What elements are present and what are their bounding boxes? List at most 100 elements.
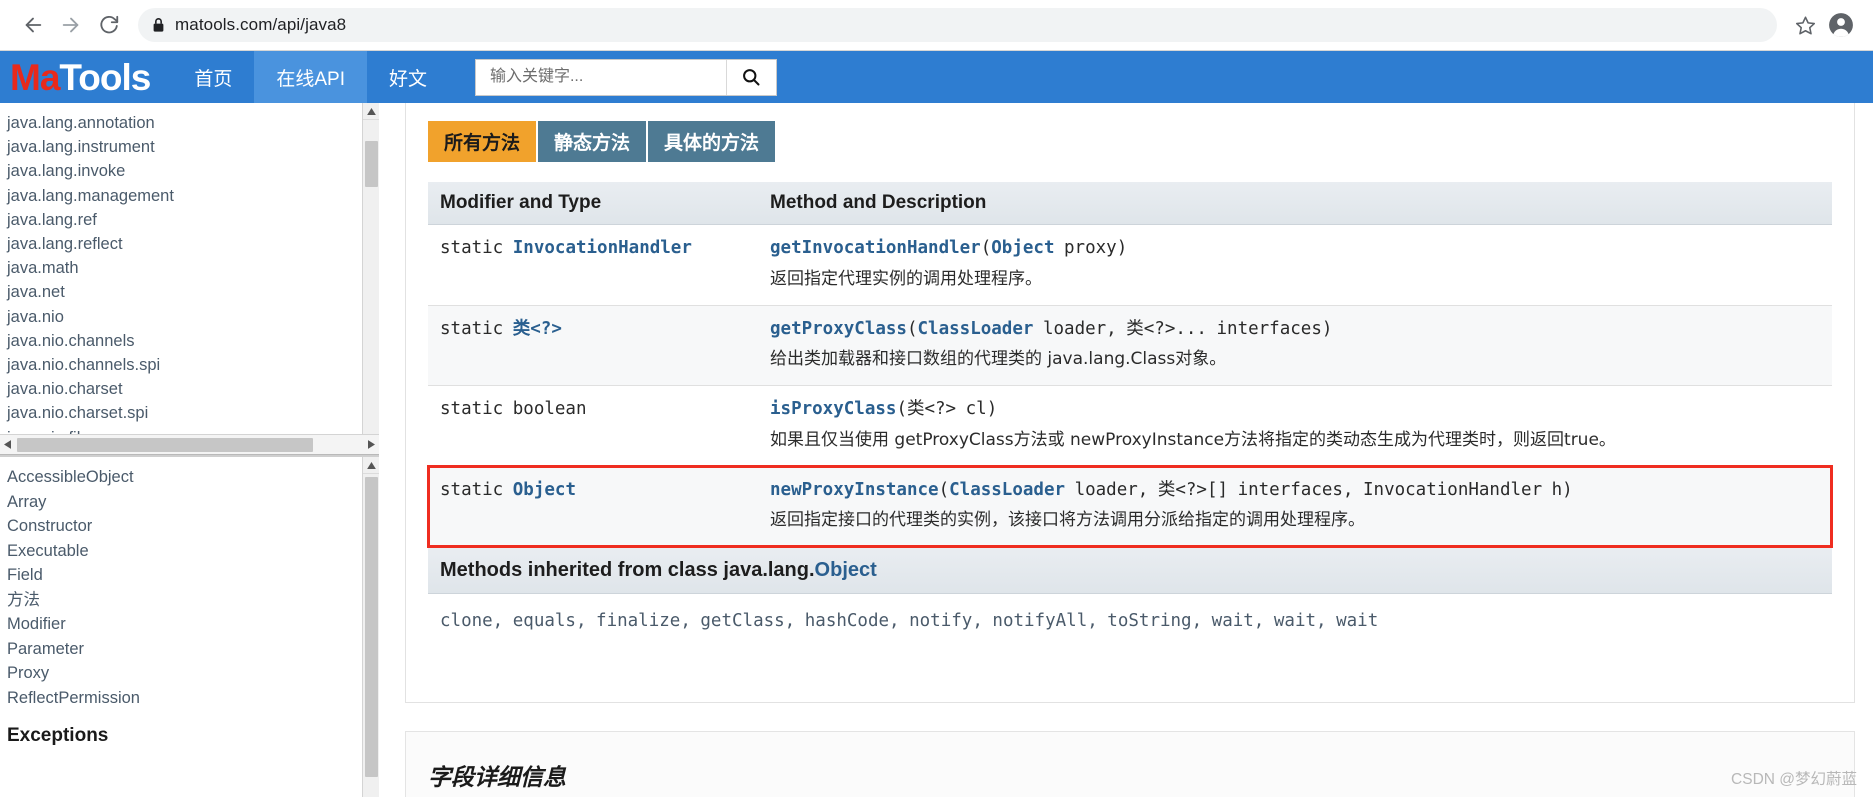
class-list-heading: Exceptions	[7, 725, 109, 746]
method-summary-table: Modifier and Type Method and Description…	[427, 182, 1833, 548]
package-list: java.lang.annotation java.lang.instrument…	[0, 103, 379, 450]
search-input[interactable]	[475, 59, 726, 95]
search-box	[474, 58, 777, 96]
scrollbar-thumb[interactable]	[365, 141, 378, 187]
parameter-type-link[interactable]: Object	[991, 238, 1054, 258]
nav-item-articles[interactable]: 好文	[367, 51, 449, 103]
reload-button[interactable]	[90, 6, 128, 44]
app-body: java.lang.annotation java.lang.instrument…	[0, 103, 1873, 797]
address-bar[interactable]: matools.com/api/java8	[138, 8, 1777, 42]
package-list-horizontal-scrollbar[interactable]	[0, 434, 379, 454]
inherited-heading-package: java.lang.	[723, 559, 815, 582]
return-type-link[interactable]: Object	[513, 480, 576, 500]
logo-text-tools: Tools	[59, 56, 151, 98]
method-signature: getInvocationHandler(Object proxy)	[770, 237, 1820, 261]
class-item[interactable]: Constructor	[4, 514, 379, 539]
modifier-keyword: static	[440, 479, 513, 500]
signature-tail: loader, 类<?>... interfaces)	[1033, 318, 1333, 339]
package-item[interactable]: java.lang.management	[4, 184, 379, 208]
modifier-keyword: static	[440, 238, 513, 258]
class-list-vertical-scrollbar[interactable]	[362, 457, 379, 797]
column-header-modifier: Modifier and Type	[428, 182, 758, 225]
signature-open-paren: (	[980, 238, 992, 258]
class-item[interactable]: AccessibleObject	[4, 465, 379, 490]
method-filter-tabs: 所有方法 静态方法 具体的方法	[428, 121, 848, 164]
class-item[interactable]: Executable	[4, 539, 379, 564]
inherited-methods-heading: Methods inherited from class java.lang.O…	[428, 547, 1832, 595]
signature-tail: proxy)	[1054, 238, 1128, 258]
nav-item-online-api[interactable]: 在线API	[254, 51, 367, 103]
method-name-link[interactable]: newProxyInstance	[770, 480, 939, 500]
return-type-link[interactable]: InvocationHandler	[513, 238, 692, 258]
package-item[interactable]: java.lang.annotation	[4, 111, 379, 135]
cell-method-and-description: isProxyClass(类<?> cl) 如果且仅当使用 getProxyCla…	[758, 385, 1832, 467]
modifier-keyword: static boolean	[440, 399, 587, 420]
search-area	[474, 51, 777, 103]
cell-method-and-description: newProxyInstance(ClassLoader loader, 类<?…	[758, 466, 1832, 548]
site-header: Ma Tools 首页 在线API 好文	[0, 51, 1873, 103]
scrollbar-thumb[interactable]	[365, 477, 378, 777]
inherited-heading-class-link[interactable]: Object	[815, 559, 877, 581]
logo-text-ma: Ma	[10, 56, 60, 98]
tab-all-methods[interactable]: 所有方法	[428, 121, 537, 162]
table-row: static boolean isProxyClass(类<?> cl) 如果且仅当…	[428, 385, 1832, 467]
back-button[interactable]	[14, 6, 52, 44]
package-item[interactable]: java.nio.channels	[4, 329, 379, 353]
package-item[interactable]: java.lang.ref	[4, 208, 379, 232]
scroll-up-icon[interactable]	[363, 103, 379, 120]
class-item[interactable]: Modifier	[4, 612, 379, 637]
signature-open-paren: (	[906, 318, 918, 339]
column-header-method: Method and Description	[758, 182, 1832, 225]
method-table-body: static InvocationHandler getInvocationHan…	[427, 224, 1833, 548]
class-item[interactable]: Proxy	[4, 661, 379, 686]
package-item[interactable]: java.nio.charset.spi	[4, 401, 379, 425]
scroll-right-icon[interactable]	[364, 435, 379, 454]
package-item[interactable]: java.nio.channels.spi	[4, 353, 379, 377]
class-item[interactable]: 方法	[4, 588, 379, 613]
inherited-methods-list[interactable]: clone, equals, finalize, getClass, hashC…	[428, 594, 1832, 658]
package-list-vertical-scrollbar[interactable]	[362, 103, 379, 454]
tab-static-methods[interactable]: 静态方法	[538, 121, 647, 162]
bookmark-star-icon[interactable]	[1787, 7, 1823, 43]
package-item[interactable]: java.lang.instrument	[4, 135, 379, 159]
method-name-link[interactable]: getInvocationHandler	[770, 238, 981, 258]
profile-avatar-icon[interactable]	[1823, 7, 1859, 43]
search-button[interactable]	[725, 59, 776, 95]
method-signature: newProxyInstance(ClassLoader loader, 类<?…	[770, 479, 1820, 503]
class-item[interactable]: Field	[4, 563, 379, 588]
method-name-link[interactable]: getProxyClass	[770, 319, 907, 339]
table-row: static 类<?> getProxyClass(ClassLoader loa…	[428, 305, 1832, 387]
lock-icon	[152, 17, 165, 33]
site-logo[interactable]: Ma Tools	[0, 51, 172, 103]
package-list-pane: java.lang.annotation java.lang.instrument…	[0, 103, 379, 455]
return-type-link[interactable]: 类<?>	[513, 319, 562, 339]
class-item[interactable]: Parameter	[4, 637, 379, 662]
parameter-type-link[interactable]: ClassLoader	[949, 480, 1065, 500]
package-item[interactable]: java.lang.invoke	[4, 159, 379, 183]
package-item[interactable]: java.nio.charset	[4, 377, 379, 401]
package-item[interactable]: java.nio	[4, 305, 379, 329]
signature-tail: loader, 类<?>[] interfaces, InvocationHan…	[1065, 479, 1573, 500]
table-row: static Object newProxyInstance(ClassLoade…	[427, 465, 1833, 548]
field-detail-title: 字段详细信息	[428, 764, 566, 790]
nav-item-home[interactable]: 首页	[172, 51, 254, 103]
method-name-link[interactable]: isProxyClass	[770, 399, 896, 419]
tab-concrete-methods[interactable]: 具体的方法	[648, 121, 776, 162]
method-signature: getProxyClass(ClassLoader loader, 类<?>..…	[770, 318, 1820, 342]
parameter-type-link[interactable]: ClassLoader	[918, 319, 1034, 339]
scroll-up-icon[interactable]	[363, 457, 379, 474]
class-item[interactable]: ReflectPermission	[4, 686, 379, 711]
scrollbar-thumb-horizontal[interactable]	[17, 437, 313, 452]
field-detail-section: 字段详细信息	[405, 731, 1855, 797]
package-item[interactable]: java.math	[4, 256, 379, 280]
cell-modifier-and-type: static boolean	[428, 385, 758, 467]
forward-button[interactable]	[52, 6, 90, 44]
package-item[interactable]: java.net	[4, 280, 379, 304]
url-text: matools.com/api/java8	[175, 15, 347, 34]
package-item[interactable]: java.lang.reflect	[4, 232, 379, 256]
cell-method-and-description: getInvocationHandler(Object proxy) 返回指定代理…	[758, 224, 1832, 306]
sidebar: java.lang.annotation java.lang.instrument…	[0, 103, 379, 797]
scroll-left-icon[interactable]	[0, 435, 15, 454]
method-description: 返回指定接口的代理类的实例，该接口将方法调用分派给指定的调用处理程序。	[770, 510, 1365, 531]
class-item[interactable]: Array	[4, 490, 379, 515]
